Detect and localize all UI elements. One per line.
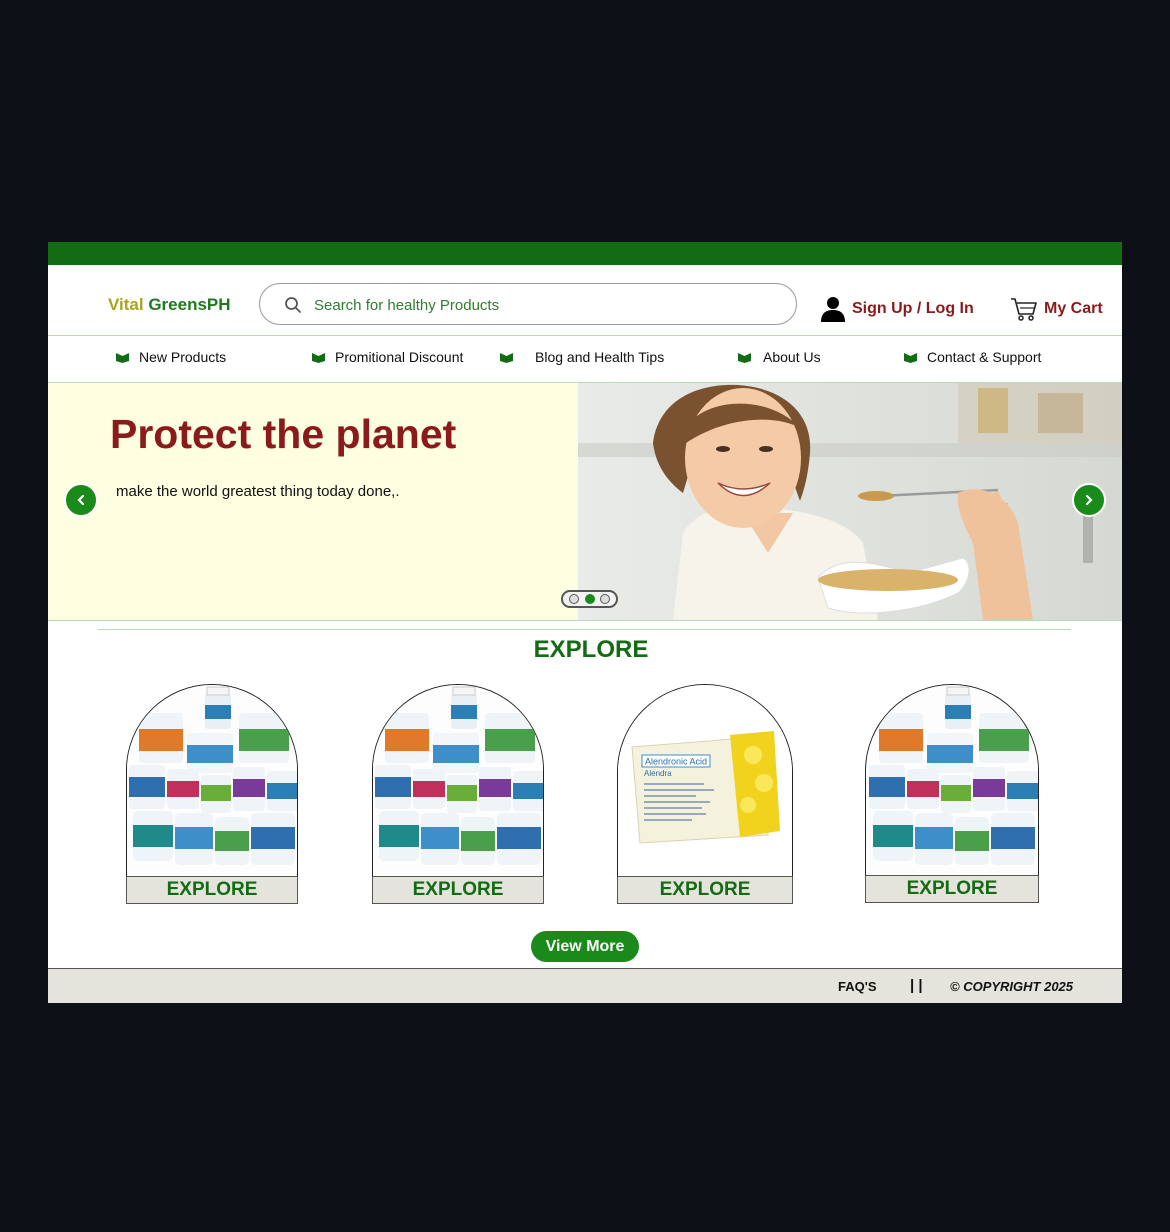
nav-label: New Products [139, 349, 227, 365]
section-divider [98, 629, 1071, 630]
nav-label: Blog and Health Tips [535, 349, 665, 365]
nav-item-contact-support[interactable]: Contact & Support [904, 349, 1041, 365]
hero-text-panel: Protect the planet make the world greate… [48, 383, 578, 620]
carousel-prev-button[interactable] [64, 483, 98, 517]
view-more-button[interactable]: View More [531, 931, 639, 962]
nav-item-about-us[interactable]: About Us [738, 349, 821, 365]
chevron-left-icon [77, 494, 85, 506]
explore-card-3[interactable]: Alendronic Acid Alendra EXPLORE [617, 684, 793, 904]
explore-card-1[interactable]: EXPLORE [126, 684, 298, 904]
nav-label: Promitional Discount [335, 349, 464, 365]
brand-logo-part2: GreensPH [143, 295, 231, 314]
leaf-book-icon [500, 352, 513, 363]
supplement-bottles-image [127, 685, 297, 876]
card-label: EXPLORE [372, 876, 544, 904]
medicine-box-subtitle: Alendra [644, 769, 672, 778]
card-image-frame [126, 684, 298, 876]
carousel-dot-1[interactable] [568, 594, 579, 604]
top-accent-bar [48, 242, 1122, 265]
hero-subtitle: make the world greatest thing today done… [116, 483, 400, 500]
supplement-bottles-image [373, 685, 543, 876]
carousel-indicators [561, 590, 618, 608]
hero-title: Protect the planet [110, 411, 457, 457]
cart-label: My Cart [1044, 300, 1103, 317]
nav-item-blog[interactable]: Blog and Health Tips [500, 349, 664, 365]
main-nav: New Products Promitional Discount Blog a… [48, 336, 1122, 383]
search-bar [259, 283, 797, 325]
footer-separator: | | [910, 977, 923, 994]
search-icon [285, 297, 301, 313]
leaf-book-icon [904, 352, 917, 363]
hero-carousel: Protect the planet make the world greate… [48, 383, 1122, 621]
nav-item-promotional-discount[interactable]: Promitional Discount [312, 349, 463, 365]
nav-item-new-products[interactable]: New Products [116, 349, 226, 365]
card-label: EXPLORE [126, 876, 298, 904]
card-image-frame: Alendronic Acid Alendra [617, 684, 793, 876]
signin-button[interactable]: Sign Up / Log In [820, 294, 974, 324]
carousel-dot-3[interactable] [600, 594, 611, 604]
card-image-frame [865, 684, 1039, 876]
supplement-bottles-image [867, 685, 1038, 876]
leaf-book-icon [312, 352, 325, 363]
medicine-box-title: Alendronic Acid [645, 757, 707, 767]
card-label: EXPLORE [617, 876, 793, 904]
nav-label: Contact & Support [927, 349, 1042, 365]
site-footer: FAQ'S | | © COPYRIGHT 2025 [48, 968, 1122, 1003]
explore-card-2[interactable]: EXPLORE [372, 684, 544, 904]
explore-heading: EXPLORE [533, 636, 649, 663]
cart-button[interactable]: My Cart [1010, 294, 1103, 324]
leaf-book-icon [116, 352, 129, 363]
nav-label: About Us [763, 349, 821, 365]
card-label: EXPLORE [865, 875, 1039, 903]
carousel-next-button[interactable] [1072, 483, 1106, 517]
search-input[interactable] [312, 293, 776, 317]
cart-icon [1011, 298, 1037, 321]
faq-link[interactable]: FAQ'S [838, 979, 877, 994]
brand-logo[interactable]: Vital GreensPH [108, 295, 231, 315]
explore-card-4[interactable]: EXPLORE [865, 684, 1039, 904]
leaf-book-icon [738, 352, 751, 363]
brand-logo-part1: Vital [108, 295, 144, 314]
signin-label: Sign Up / Log In [852, 300, 974, 317]
card-image-frame [372, 684, 544, 876]
chevron-right-icon [1085, 494, 1093, 506]
copyright-text: © COPYRIGHT 2025 [950, 979, 1074, 994]
site-header: Vital GreensPH Sign Up / Log In My [48, 265, 1122, 336]
user-icon [821, 297, 845, 322]
hero-photo-woman-eating-cereal [578, 383, 1122, 620]
web-page: Vital GreensPH Sign Up / Log In My [48, 242, 1122, 1003]
carousel-dot-2[interactable] [584, 594, 595, 604]
medicine-box-image: Alendronic Acid Alendra [618, 685, 792, 876]
